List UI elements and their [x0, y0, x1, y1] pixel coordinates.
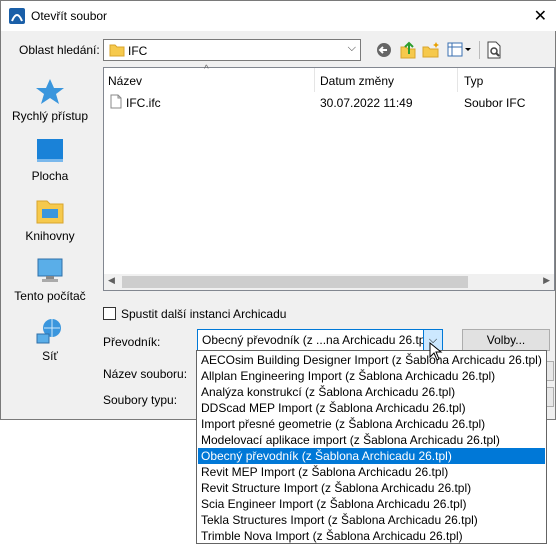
- toolbar-divider: [479, 41, 480, 59]
- place-label: Knihovny: [25, 229, 75, 243]
- dropdown-item[interactable]: Revit Structure Import (z Šablona Archic…: [198, 480, 545, 496]
- column-header-type[interactable]: Typ: [464, 74, 483, 88]
- lookin-value: IFC: [128, 44, 148, 58]
- place-libraries[interactable]: Knihovny: [3, 197, 97, 243]
- place-label: Síť: [42, 349, 58, 363]
- column-header-date[interactable]: Datum změny: [320, 74, 394, 88]
- folder-icon: [109, 44, 125, 57]
- network-icon: [34, 317, 66, 345]
- up-folder-icon[interactable]: [399, 41, 417, 59]
- column-header-name[interactable]: Název: [108, 74, 142, 88]
- lookin-label: Oblast hledání:: [19, 43, 100, 57]
- converter-value: Obecný převodník (z ...na Archicadu 26.t…: [202, 333, 433, 347]
- dropdown-item[interactable]: Revit MEP Import (z Šablona Archicadu 26…: [198, 464, 545, 480]
- dropdown-item[interactable]: DDScad MEP Import (z Šablona Archicadu 2…: [198, 400, 545, 416]
- options-button[interactable]: Volby...: [462, 329, 550, 351]
- dropdown-item[interactable]: Modelovací aplikace import (z Šablona Ar…: [198, 432, 545, 448]
- scroll-left-icon[interactable]: ◀: [108, 275, 115, 286]
- file-type: Soubor IFC: [464, 96, 526, 110]
- file-date: 30.07.2022 11:49: [320, 96, 413, 110]
- places-bar: Rychlý přístup Plocha Knihovny Tento poč…: [3, 67, 97, 385]
- chevron-down-icon: ⌵: [347, 42, 356, 54]
- horizontal-scrollbar[interactable]: ◀ ▶: [104, 274, 554, 290]
- file-name: IFC.ifc: [126, 96, 161, 110]
- dropdown-item[interactable]: Scia Engineer Import (z Šablona Archicad…: [198, 496, 545, 512]
- place-quick-access[interactable]: Rychlý přístup: [3, 77, 97, 123]
- preview-icon[interactable]: [486, 41, 502, 59]
- place-this-pc[interactable]: Tento počítač: [3, 257, 97, 303]
- back-icon[interactable]: [376, 42, 392, 58]
- column-divider: [457, 68, 458, 92]
- mouse-cursor-icon: [429, 342, 443, 361]
- star-icon: [34, 77, 66, 105]
- lookin-combo[interactable]: IFC ⌵: [103, 39, 361, 61]
- file-icon: [110, 94, 122, 109]
- computer-icon: [34, 257, 66, 285]
- dropdown-item-selected[interactable]: Obecný převodník (z Šablona Archicadu 26…: [198, 448, 545, 464]
- scrollbar-thumb[interactable]: [122, 276, 468, 288]
- converter-label: Převodník:: [103, 335, 161, 349]
- another-instance-checkbox[interactable]: [103, 307, 116, 320]
- converter-dropdown-list[interactable]: AECOsim Building Designer Import (z Šabl…: [196, 350, 547, 544]
- archicad-app-icon: [9, 8, 25, 24]
- filename-label: Název souboru:: [103, 367, 188, 381]
- dropdown-item[interactable]: AECOsim Building Designer Import (z Šabl…: [198, 352, 545, 368]
- window-title: Otevřít soubor: [31, 9, 108, 23]
- file-row[interactable]: IFC.ifc 30.07.2022 11:49 Soubor IFC: [104, 92, 554, 112]
- new-folder-icon[interactable]: [422, 41, 440, 59]
- view-menu-icon[interactable]: [447, 42, 473, 58]
- dropdown-item[interactable]: Import přesné geometrie (z Šablona Archi…: [198, 416, 545, 432]
- column-divider: [314, 68, 315, 92]
- place-label: Tento počítač: [14, 289, 86, 303]
- place-desktop[interactable]: Plocha: [3, 137, 97, 183]
- file-list[interactable]: ^ Název Datum změny Typ IFC.ifc 30.07.20…: [103, 64, 555, 291]
- place-label: Rychlý přístup: [11, 109, 89, 123]
- dropdown-item[interactable]: Tekla Structures Import (z Šablona Archi…: [198, 512, 545, 528]
- dropdown-item[interactable]: Analýza konstrukcí (z Šablona Archicadu …: [198, 384, 545, 400]
- place-network[interactable]: Síť: [3, 317, 97, 363]
- sort-ascending-icon: ^: [204, 64, 209, 75]
- filetype-label: Soubory typu:: [103, 393, 178, 407]
- dropdown-item[interactable]: Allplan Engineering Import (z Šablona Ar…: [198, 368, 545, 384]
- another-instance-label: Spustit další instanci Archicadu: [121, 307, 287, 321]
- place-label: Plocha: [31, 169, 69, 183]
- desktop-icon: [34, 137, 66, 165]
- title-bar[interactable]: Otevřít soubor ✕: [1, 1, 557, 31]
- close-button[interactable]: ✕: [534, 6, 547, 26]
- dropdown-item[interactable]: Trimble Nova Import (z Šablona Archicadu…: [198, 528, 545, 544]
- libraries-icon: [34, 197, 66, 225]
- converter-select[interactable]: Obecný převodník (z ...na Archicadu 26.t…: [197, 329, 443, 351]
- scroll-right-icon[interactable]: ▶: [543, 275, 550, 286]
